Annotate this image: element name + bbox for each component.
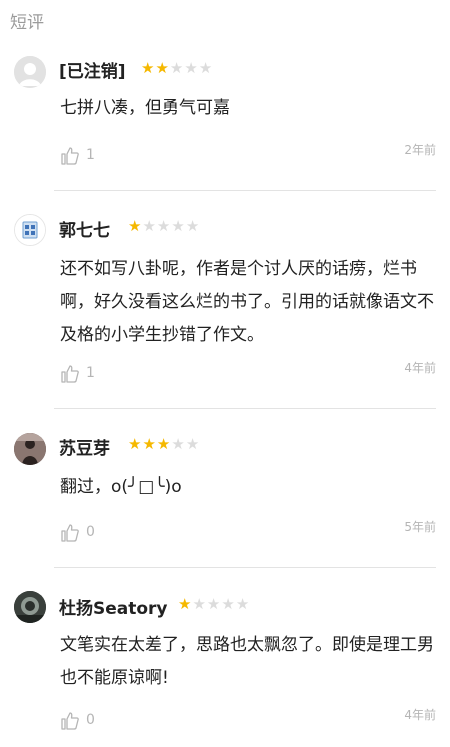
divider (54, 408, 436, 409)
review-text: 翻过，o(╯□╰)o (60, 477, 182, 497)
timestamp: 4年前 (404, 361, 436, 375)
section-title: 短评 (10, 13, 44, 33)
star-empty-icon: ★ (192, 595, 207, 613)
star-filled-icon: ★ (141, 59, 156, 77)
divider (54, 190, 436, 191)
thumbs-up-icon (61, 712, 79, 730)
star-filled-icon: ★ (128, 435, 143, 453)
review-text: 七拼八凑，但勇气可嘉 (60, 98, 230, 118)
thumbs-up-icon (61, 147, 79, 165)
default-avatar-icon (14, 56, 46, 88)
star-rating: ★★★★★ (141, 59, 213, 77)
username[interactable]: 郭七七 (59, 216, 110, 241)
star-empty-icon: ★ (142, 217, 157, 235)
star-rating: ★★★★★ (128, 435, 200, 453)
star-filled-icon: ★ (178, 595, 193, 613)
star-rating: ★★★★★ (178, 595, 250, 613)
avatar[interactable] (14, 433, 46, 465)
star-filled-icon: ★ (156, 435, 172, 453)
user-photo-icon (14, 591, 46, 623)
review-text: 文笔实在太差了，思路也太飘忽了。即使是理工男也不能原谅啊! (60, 635, 434, 688)
like-count: 1 (86, 365, 95, 381)
timestamp: 2年前 (404, 143, 436, 157)
star-filled-icon: ★ (155, 59, 170, 77)
username[interactable]: 杜扬Seatory (59, 594, 168, 619)
thumbs-up-icon (61, 524, 79, 542)
like-count: 0 (86, 712, 95, 728)
star-empty-icon: ★ (198, 59, 214, 77)
like-count: 1 (86, 147, 95, 163)
review-text: 还不如写八卦呢，作者是个讨人厌的话痨，烂书啊，好久没看这么烂的书了。引用的话就像… (60, 259, 434, 345)
avatar[interactable] (14, 214, 46, 246)
star-empty-icon: ★ (221, 595, 236, 613)
user-photo-icon (14, 433, 46, 465)
star-filled-icon: ★ (142, 435, 157, 453)
star-empty-icon: ★ (169, 59, 185, 77)
star-empty-icon: ★ (171, 435, 186, 453)
like-count: 0 (86, 524, 95, 540)
username[interactable]: 苏豆芽 (59, 434, 110, 459)
star-empty-icon: ★ (235, 595, 251, 613)
thumbs-up-icon (61, 365, 79, 383)
user-photo-icon (15, 215, 45, 245)
star-empty-icon: ★ (156, 217, 172, 235)
star-empty-icon: ★ (171, 217, 186, 235)
star-filled-icon: ★ (128, 217, 143, 235)
timestamp: 4年前 (404, 708, 436, 722)
username[interactable]: [已注销] (59, 57, 126, 82)
divider (54, 567, 436, 568)
star-empty-icon: ★ (184, 59, 199, 77)
star-empty-icon: ★ (206, 595, 222, 613)
star-empty-icon: ★ (185, 217, 201, 235)
avatar[interactable] (14, 591, 46, 623)
avatar[interactable] (14, 56, 46, 88)
timestamp: 5年前 (404, 520, 436, 534)
star-rating: ★★★★★ (128, 217, 200, 235)
star-empty-icon: ★ (185, 435, 201, 453)
